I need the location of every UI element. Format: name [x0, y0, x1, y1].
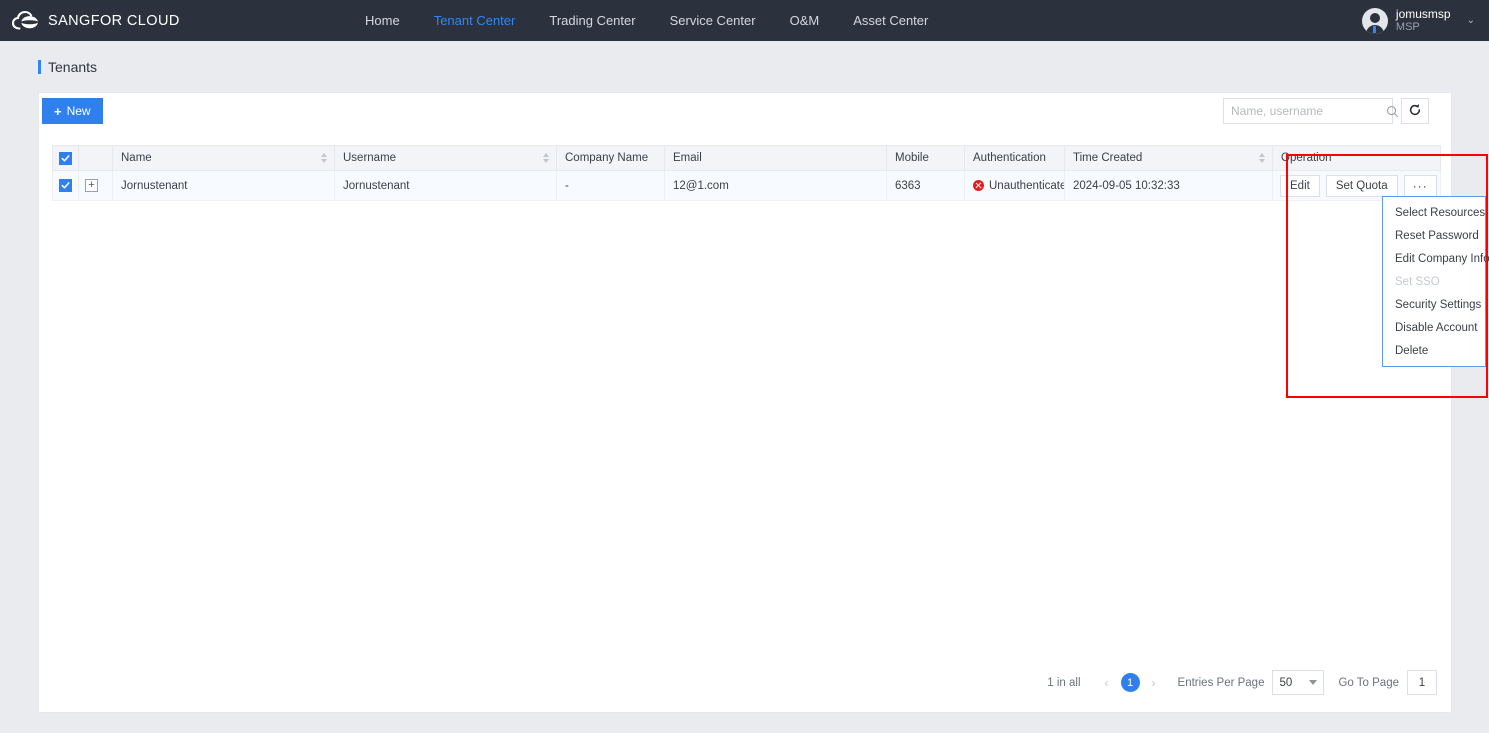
header-expand: [78, 145, 113, 171]
menu-item-edit-company-info[interactable]: Edit Company Info: [1383, 247, 1489, 270]
header-name[interactable]: Name: [112, 145, 335, 171]
brand-name: SANGFOR CLOUD: [48, 12, 180, 29]
more-actions-button[interactable]: ···: [1403, 174, 1437, 197]
search-box[interactable]: [1223, 98, 1399, 124]
avatar: [1361, 7, 1388, 34]
total-count-label: 1 in all: [1047, 676, 1081, 689]
chevron-down-icon: [1309, 680, 1318, 685]
auth-status-label: Unauthenticated: [989, 179, 1065, 192]
entries-per-page-label: Entries Per Page: [1177, 676, 1265, 689]
header-operation-label: Operation: [1281, 152, 1332, 164]
header-mobile-label: Mobile: [895, 152, 929, 164]
nav-item-service-center[interactable]: Service Center: [653, 0, 773, 41]
nav-item-om[interactable]: O&M: [773, 0, 837, 41]
page-number-1[interactable]: 1: [1120, 673, 1140, 692]
user-name: jomusmsp: [1395, 6, 1451, 21]
cell-email: 12@1.com: [664, 170, 887, 201]
content-card: + New Name, username Name Username Compa…: [38, 92, 1489, 713]
prev-page-button[interactable]: ‹: [1097, 676, 1117, 690]
expand-row-icon[interactable]: +: [85, 179, 98, 192]
cell-name: Jornustenant: [112, 170, 335, 201]
nav-item-home[interactable]: Home: [348, 0, 417, 41]
edit-button[interactable]: Edit: [1280, 174, 1320, 197]
menu-item-reset-password[interactable]: Reset Password: [1383, 224, 1485, 247]
table-header: Name Username Company Name Email Mobile …: [52, 145, 1441, 171]
table-header-row: Name Username Company Name Email Mobile …: [52, 145, 1441, 171]
pagination: 1 in all ‹ 1 › Entries Per Page 50 Go To…: [1047, 670, 1437, 695]
menu-item-select-resources[interactable]: Select Resources: [1383, 201, 1485, 224]
header-authentication: Authentication: [964, 145, 1065, 171]
cell-mobile: 6363: [886, 170, 965, 201]
table-body: + Jornustenant Jornustenant - 12@1.com 6…: [52, 170, 1441, 201]
new-button[interactable]: + New: [42, 98, 103, 124]
menu-item-delete[interactable]: Delete: [1383, 339, 1485, 362]
go-to-page-label: Go To Page: [1338, 676, 1399, 689]
cell-time-created: 2024-09-05 10:32:33: [1064, 170, 1273, 201]
header-company-name: Company Name: [556, 145, 665, 171]
header-name-label: Name: [121, 152, 152, 164]
header-select-all[interactable]: [52, 145, 79, 171]
sort-username-icon[interactable]: [543, 153, 549, 163]
entries-per-page-value: 50: [1279, 676, 1293, 689]
new-button-label: New: [66, 104, 91, 118]
go-to-page-value: 1: [1418, 676, 1426, 689]
row-select-cell[interactable]: [52, 170, 79, 201]
header-username-label: Username: [343, 152, 397, 164]
header-company-name-label: Company Name: [565, 152, 649, 164]
sort-time-created-icon[interactable]: [1259, 153, 1265, 163]
menu-item-security-settings[interactable]: Security Settings: [1383, 293, 1485, 316]
header-time-created[interactable]: Time Created: [1064, 145, 1273, 171]
table-row: + Jornustenant Jornustenant - 12@1.com 6…: [52, 170, 1441, 201]
header-authentication-label: Authentication: [973, 152, 1046, 164]
row-checkbox[interactable]: [59, 179, 72, 192]
next-page-button[interactable]: ›: [1144, 676, 1164, 690]
header-email: Email: [664, 145, 887, 171]
chevron-down-icon[interactable]: ⌄: [1467, 15, 1475, 26]
row-expand-cell[interactable]: +: [78, 170, 113, 201]
nav-item-trading-center[interactable]: Trading Center: [532, 0, 652, 41]
tenants-table-wrapper: Name Username Company Name Email Mobile …: [52, 145, 1441, 201]
user-role: MSP: [1395, 21, 1420, 34]
title-accent-bar: [38, 60, 41, 74]
cloud-logo-icon: [11, 10, 40, 32]
top-navigation-bar: SANGFOR CLOUD Home Tenant Center Trading…: [0, 0, 1489, 41]
search-icon[interactable]: [1386, 105, 1399, 118]
main-nav: Home Tenant Center Trading Center Servic…: [348, 0, 945, 41]
page-title-text: Tenants: [48, 59, 98, 75]
nav-item-asset-center[interactable]: Asset Center: [836, 0, 945, 41]
error-icon: [973, 180, 984, 191]
search-area: [1223, 98, 1429, 124]
cell-authentication: Unauthenticated: [964, 170, 1065, 201]
refresh-button[interactable]: [1401, 98, 1429, 124]
nav-item-tenant-center[interactable]: Tenant Center: [417, 0, 533, 41]
tenants-table: Name Username Company Name Email Mobile …: [52, 145, 1441, 201]
header-mobile: Mobile: [886, 145, 965, 171]
plus-icon: +: [54, 103, 62, 119]
search-input[interactable]: [1231, 104, 1386, 118]
brand-logo[interactable]: SANGFOR CLOUD: [11, 10, 312, 32]
cell-username: Jornustenant: [334, 170, 557, 201]
go-to-page-input[interactable]: 1: [1407, 670, 1437, 695]
set-quota-button[interactable]: Set Quota: [1325, 174, 1398, 197]
menu-item-set-sso: Set SSO: [1395, 275, 1440, 288]
select-all-checkbox[interactable]: [59, 151, 72, 165]
user-menu[interactable]: jomusmsp MSP ⌄: [1361, 0, 1475, 41]
sort-name-icon[interactable]: [321, 153, 327, 163]
more-actions-menu: Select Resources Reset Password Edit Com…: [1382, 196, 1489, 367]
user-info: jomusmsp MSP: [1396, 7, 1451, 35]
page-title: Tenants: [38, 59, 97, 75]
header-operation: Operation: [1272, 145, 1441, 171]
header-email-label: Email: [673, 152, 702, 164]
header-username[interactable]: Username: [334, 145, 557, 171]
header-time-created-label: Time Created: [1073, 152, 1143, 164]
refresh-icon: [1408, 103, 1422, 120]
cell-company: -: [556, 170, 665, 201]
entries-per-page-select[interactable]: 50: [1272, 670, 1325, 695]
menu-item-disable-account[interactable]: Disable Account: [1383, 316, 1485, 339]
